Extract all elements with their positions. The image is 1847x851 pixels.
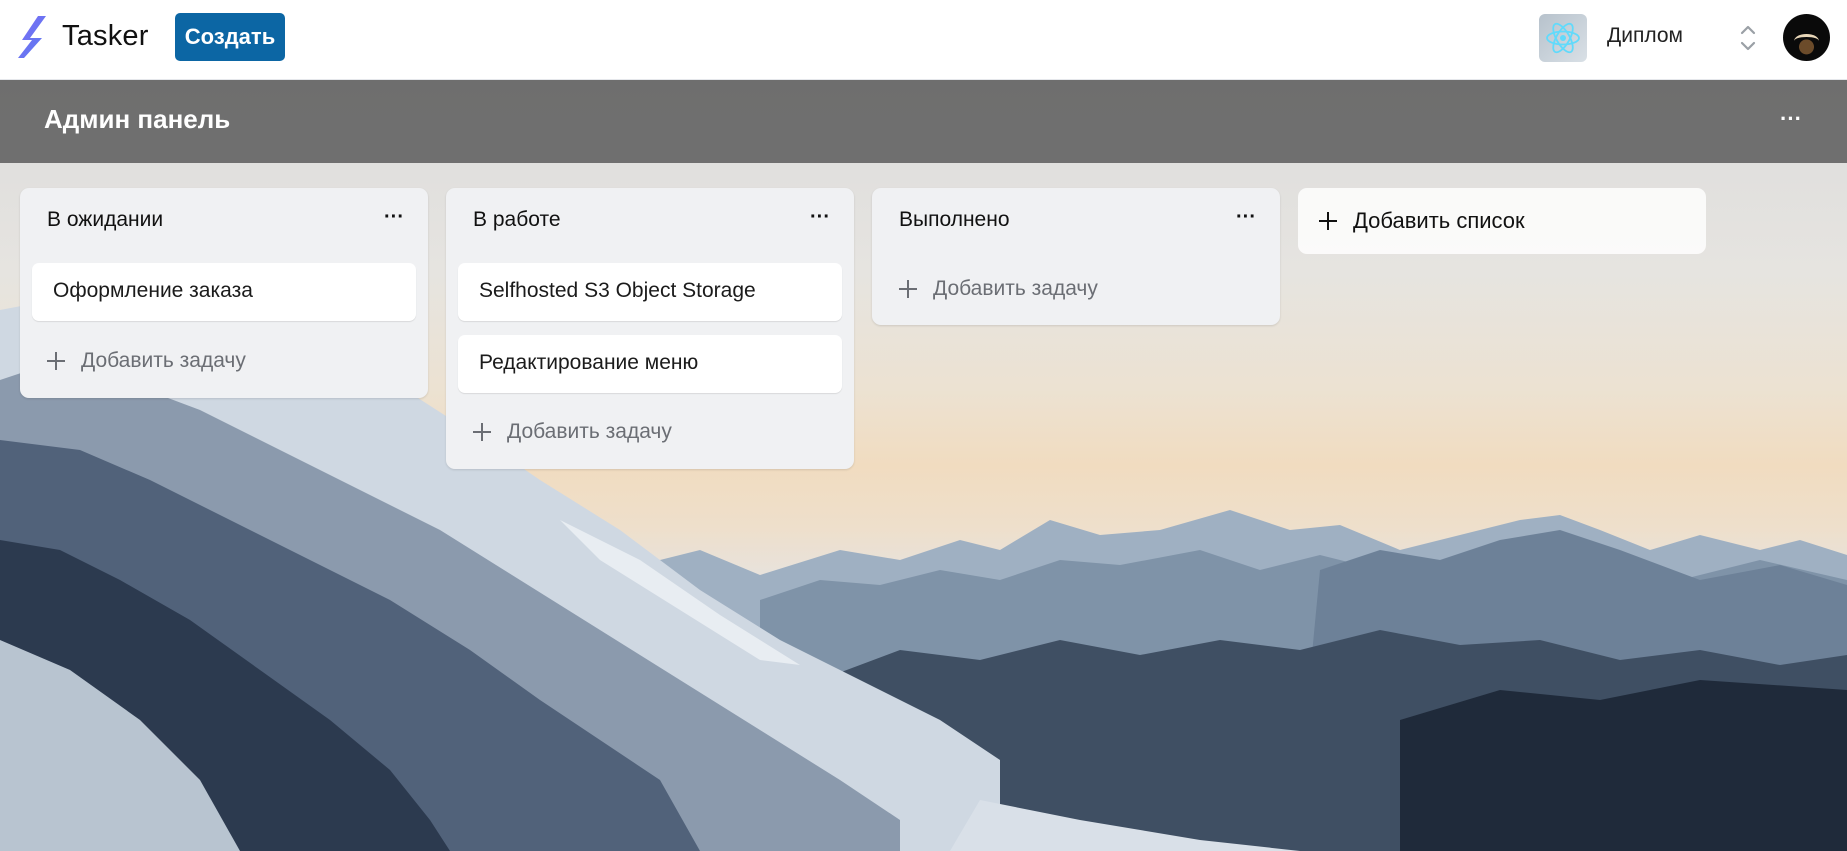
chevron-up-down-icon[interactable] [1737,22,1759,54]
list-column: В работе ··· Selfhosted S3 Object Storag… [446,188,854,469]
task-card-title: Оформление заказа [53,279,253,302]
add-task-label: Добавить задачу [81,349,246,372]
task-card-title: Редактирование меню [479,351,699,374]
board-title[interactable]: Админ панель [44,104,230,135]
list-title[interactable]: Выполнено [899,208,1010,232]
list-menu-button[interactable]: ··· [1236,206,1256,229]
list-column: Выполнено ··· Добавить задачу [872,188,1280,325]
add-task-button[interactable]: Добавить задачу [472,417,672,447]
list-title[interactable]: В ожидании [47,208,163,232]
add-task-button[interactable]: Добавить задачу [898,274,1098,304]
add-list-button[interactable]: Добавить список [1298,188,1706,254]
board-menu-button[interactable]: ··· [1776,104,1806,134]
brand-name[interactable]: Tasker [62,20,149,53]
workspace-avatar[interactable] [1539,14,1587,62]
tasker-logo-icon[interactable] [18,14,50,60]
task-card[interactable]: Редактирование меню [458,335,842,393]
add-task-button[interactable]: Добавить задачу [46,346,246,376]
add-list-label: Добавить список [1353,208,1525,233]
task-card[interactable]: Оформление заказа [32,263,416,321]
top-navbar: Tasker Создать Диплом [0,0,1847,80]
plus-icon [472,422,492,442]
plus-icon [46,351,66,371]
add-task-label: Добавить задачу [933,277,1098,300]
list-title[interactable]: В работе [473,208,561,232]
user-avatar[interactable] [1783,14,1830,61]
task-card[interactable]: Selfhosted S3 Object Storage [458,263,842,321]
plus-icon [898,279,918,299]
list-menu-button[interactable]: ··· [810,206,830,229]
list-column: В ожидании ··· Оформление заказа Добавит… [20,188,428,398]
plus-icon [1318,211,1338,231]
workspace-name[interactable]: Диплом [1607,24,1683,48]
add-task-label: Добавить задачу [507,420,672,443]
react-logo-icon [1546,22,1580,54]
create-button[interactable]: Создать [175,13,285,61]
task-card-title: Selfhosted S3 Object Storage [479,279,756,302]
board-header [0,80,1847,163]
list-menu-button[interactable]: ··· [384,206,404,229]
